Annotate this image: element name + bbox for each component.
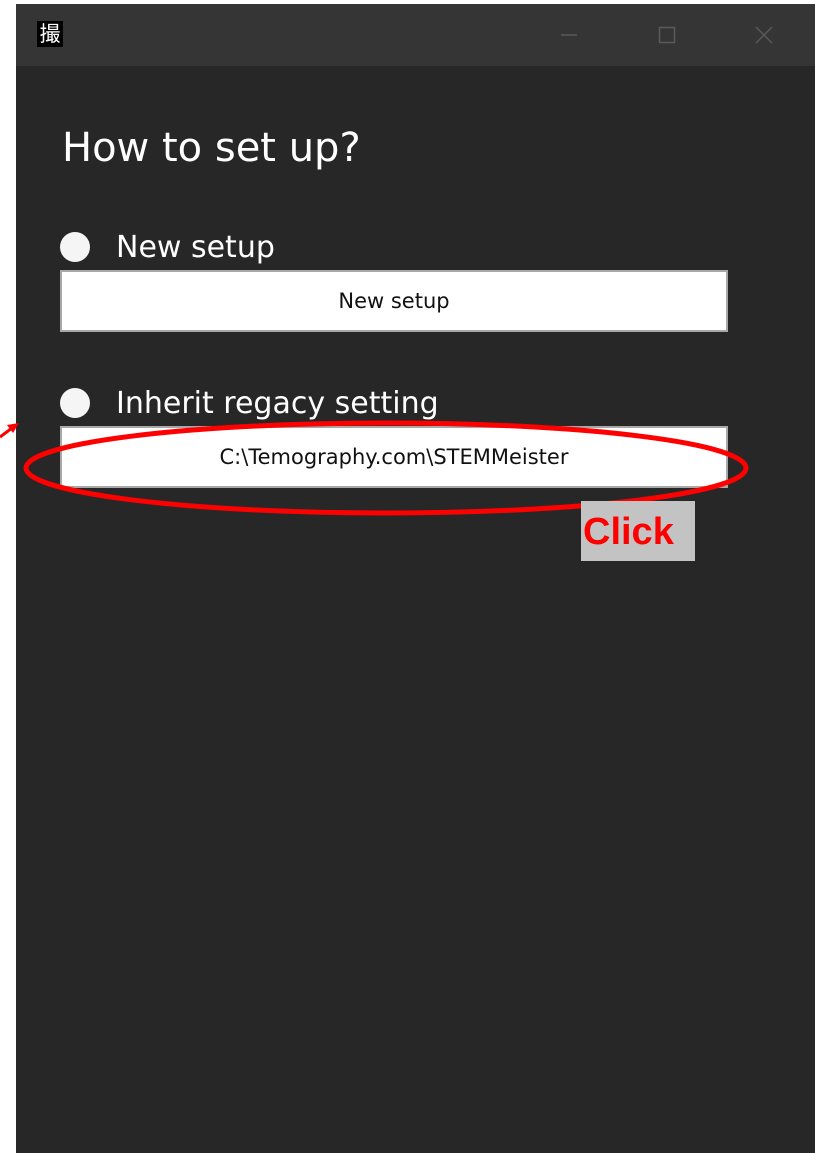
legacy-path-button[interactable]: C:\Temography.com\STEMMeister <box>60 426 728 488</box>
new-setup-button[interactable]: New setup <box>60 270 728 332</box>
radio-inherit-setting[interactable]: Inherit regacy setting <box>60 382 439 424</box>
radio-label-inherit-setting: Inherit regacy setting <box>116 385 439 421</box>
radio-circle-icon[interactable] <box>60 388 90 418</box>
app-logo-icon: 撮 <box>37 21 63 47</box>
title-bar[interactable]: 撮 <box>16 4 815 66</box>
maximize-button[interactable] <box>640 4 694 66</box>
page-title: How to set up? <box>62 125 361 171</box>
radio-new-setup[interactable]: New setup <box>60 226 275 268</box>
radio-label-new-setup: New setup <box>116 229 275 265</box>
close-button[interactable] <box>737 4 791 66</box>
click-callout: Click <box>581 501 695 561</box>
setup-window: 撮 How to set up? New setup New setup Inh… <box>16 4 815 1153</box>
close-icon <box>755 26 773 44</box>
maximize-icon <box>658 26 676 44</box>
minimize-icon <box>561 34 577 36</box>
minimize-button[interactable] <box>542 4 596 66</box>
radio-circle-icon[interactable] <box>60 232 90 262</box>
pointer-arrow-line <box>0 426 13 439</box>
page: 撮 How to set up? New setup New setup Inh… <box>0 0 815 1153</box>
